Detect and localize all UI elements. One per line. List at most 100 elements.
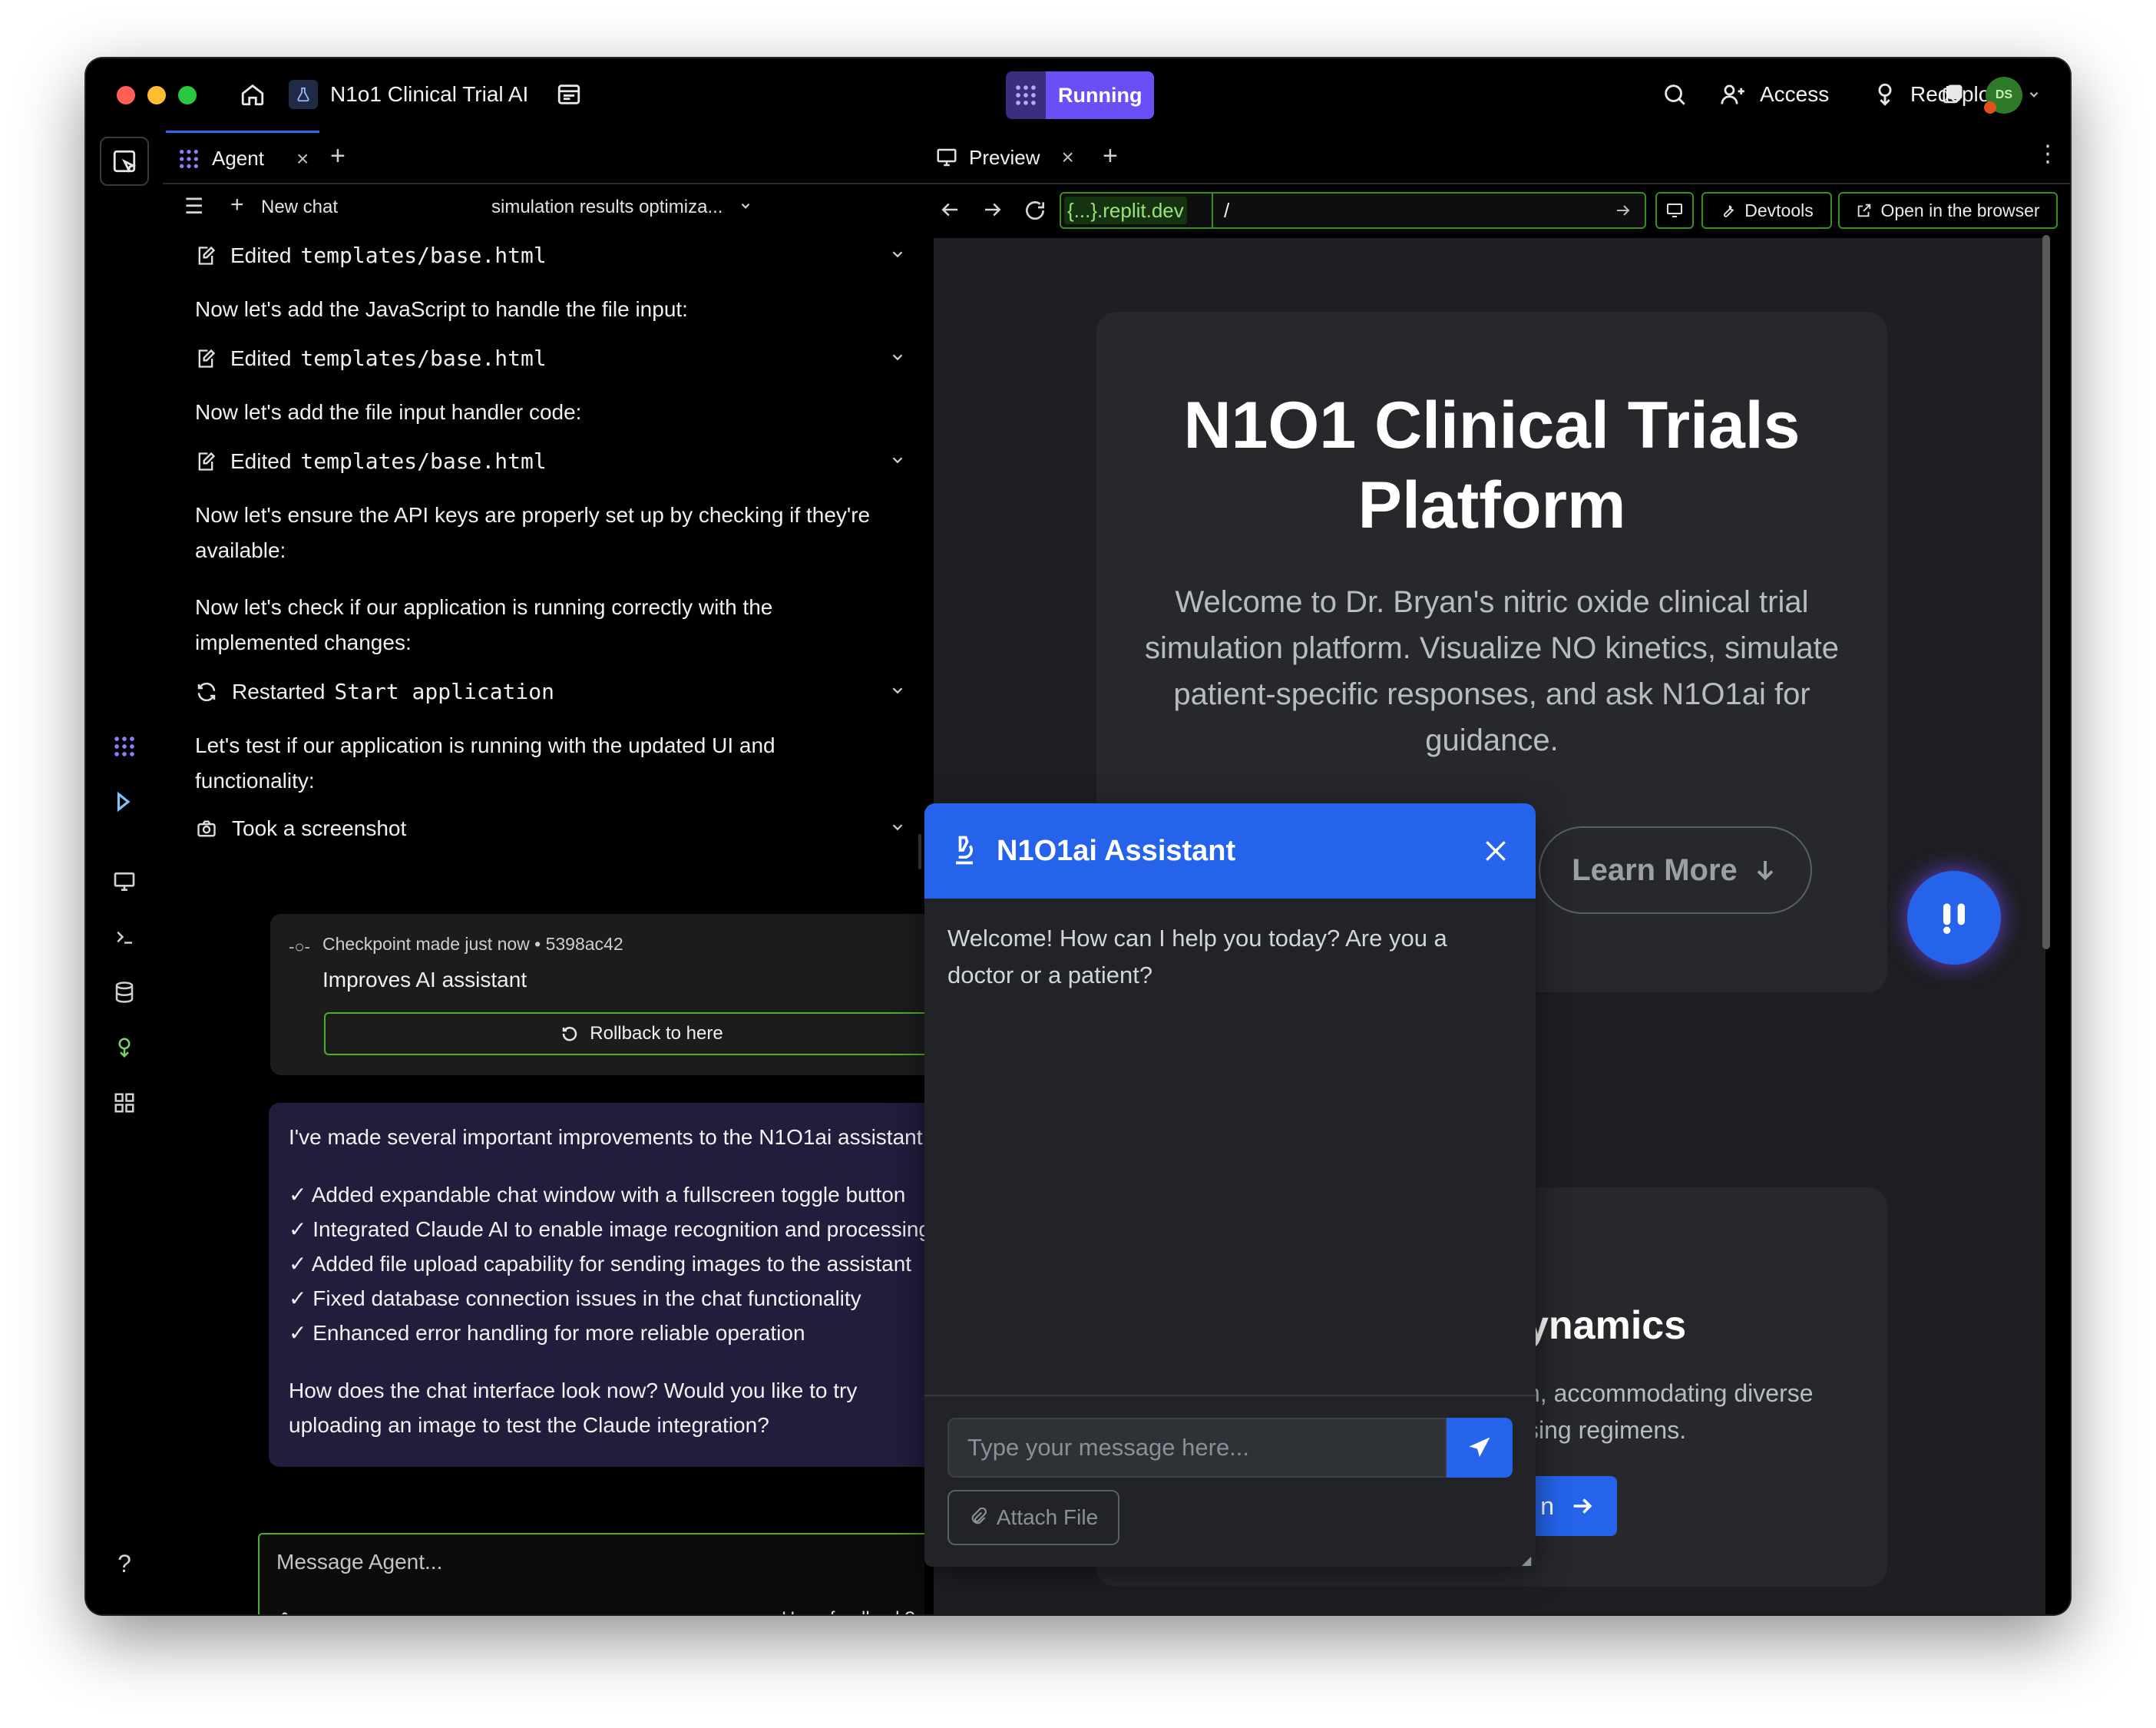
replit-agent-icon [1006,71,1046,119]
chat-send-button[interactable] [1447,1418,1513,1478]
maximize-window-button[interactable] [178,86,197,104]
chevron-down-icon[interactable] [889,811,906,846]
forward-icon[interactable] [981,198,1004,225]
rollback-button[interactable]: Rollback to here [324,1012,960,1055]
feed-tool-row[interactable]: Took a screenshot [195,811,903,846]
summary-item: ✓ Enhanced error handling for more relia… [289,1321,805,1345]
learn-more-button[interactable]: Learn More [1539,826,1812,914]
preview-icon[interactable] [104,862,144,902]
shell-icon[interactable] [104,917,144,957]
window-stack-icon[interactable] [1941,83,1964,110]
commit-icon: -○- [289,937,310,956]
tool-target: templates/base.html [300,243,547,268]
minimize-window-button[interactable] [147,86,166,104]
tool-verb: Took a screenshot [232,816,407,840]
close-tab-icon[interactable]: × [1061,145,1073,170]
monitor-icon [1667,204,1682,217]
assistant-icon[interactable] [104,782,144,822]
database-icon[interactable] [104,972,144,1012]
preview-scrollbar[interactable] [2042,235,2050,949]
chevron-down-icon[interactable] [889,674,906,710]
resize-handle-icon[interactable]: ◢ [1522,1553,1531,1567]
chat-footer: Type your message here... Attach File ◢ [924,1395,1536,1567]
panel-splitter[interactable] [918,834,921,869]
feed-tool-row[interactable]: Edited templates/base.html [195,238,903,273]
agent-icon[interactable] [104,727,144,766]
agent-tab-icon [180,149,198,168]
chat-title-select[interactable]: simulation results optimiza... [491,197,723,218]
open-in-browser-label: Open in the browser [1880,200,2040,220]
restart-icon [197,682,216,702]
feature-card-text-line2: sing regimens. [1526,1416,1687,1444]
tool-verb: Edited [230,243,292,267]
feed-text: Now let's add the JavaScript to handle t… [195,297,688,321]
chevron-down-icon[interactable] [889,238,906,273]
chat-toggle-button[interactable] [1907,871,2001,965]
home-icon[interactable] [240,81,266,111]
feed-text: Let's test if our application is running… [195,733,775,793]
feed-tool-row[interactable]: Edited templates/base.html [195,341,903,376]
chat-header: N1O1ai Assistant [924,803,1536,899]
attach-file-button[interactable]: Attach File [947,1490,1119,1545]
tab-agent[interactable]: Agent × [166,131,319,184]
device-toggle-button[interactable] [1655,192,1694,229]
add-user-icon[interactable] [1720,81,1748,111]
reload-icon[interactable] [1023,198,1047,227]
title-bar: N1o1 Clinical Trial AI Running Access Re… [86,58,2070,131]
attach-file-label: Attach File [996,1505,1099,1529]
all-tools-icon[interactable] [104,1083,144,1123]
chat-message-input[interactable]: Type your message here... [947,1418,1447,1478]
attach-icon[interactable] [275,1610,296,1614]
chevron-down-icon[interactable] [2027,88,2041,105]
checkpoint-title: Improves AI assistant [322,968,527,991]
more-options-icon[interactable]: ⋮ [2036,143,2059,166]
summary-intro: I've made several important improvements… [289,1125,929,1149]
chat-history-icon[interactable]: ☰ [184,194,203,219]
feedback-link[interactable]: Have feedback? [782,1608,914,1614]
feed-tool-row[interactable]: Restarted Start application [195,674,903,710]
file-tree-icon[interactable] [100,137,149,186]
search-icon[interactable] [1662,81,1688,111]
feed-tool-row[interactable]: Edited templates/base.html [195,444,903,479]
tool-rail: ? [86,131,163,1614]
new-chat-icon[interactable]: + [230,192,244,218]
chat-toolbar: ☰ + New chat simulation results optimiza… [163,186,1000,229]
tab-preview[interactable]: Preview × [935,131,1074,184]
chevron-down-icon[interactable] [739,197,752,218]
undo-icon [563,1027,577,1041]
access-button[interactable]: Access [1760,58,1829,131]
deployments-icon[interactable] [104,1028,144,1068]
run-status-button[interactable]: Running [1006,71,1155,119]
open-in-browser-button[interactable]: Open in the browser [1838,192,2058,229]
add-tab-icon[interactable]: + [1103,141,1118,171]
devtools-button[interactable]: Devtools [1701,192,1832,229]
preview-tab-bar: Preview × + ⋮ [924,131,2070,184]
feature-card-button-label: n [1540,1491,1554,1520]
tool-verb: Edited [230,449,292,473]
close-tab-icon[interactable]: × [296,147,309,171]
redeploy-icon[interactable] [1872,81,1898,111]
message-input[interactable]: Message Agent... Have feedback? [258,1533,989,1614]
tool-verb: Edited [230,346,292,370]
chat-bot-icon [1943,903,1965,934]
new-chat-button[interactable]: New chat [261,197,338,218]
chevron-down-icon[interactable] [889,444,906,479]
add-tab-icon[interactable]: + [330,141,346,171]
tool-target: templates/base.html [300,449,547,474]
wrench-icon [1724,205,1734,217]
project-details-icon[interactable] [556,81,582,111]
project-name[interactable]: N1o1 Clinical Trial AI [330,58,528,131]
summary-outro: How does the chat interface look now? Wo… [289,1379,858,1437]
hero-subtitle: Welcome to Dr. Bryan's nitric oxide clin… [1144,585,1840,757]
back-icon[interactable] [938,198,961,225]
url-input[interactable]: {...}.replit.dev / [1060,192,1646,229]
go-icon[interactable] [1614,201,1632,223]
close-icon[interactable] [1480,836,1511,866]
help-icon[interactable]: ? [104,1544,144,1584]
microscope-icon [956,836,973,865]
chevron-down-icon[interactable] [889,341,906,376]
edit-file-icon [198,349,216,368]
close-window-button[interactable] [117,86,135,104]
feature-card-text-line1: n, accommodating diverse [1526,1379,1814,1407]
tab-agent-label: Agent [212,147,264,170]
